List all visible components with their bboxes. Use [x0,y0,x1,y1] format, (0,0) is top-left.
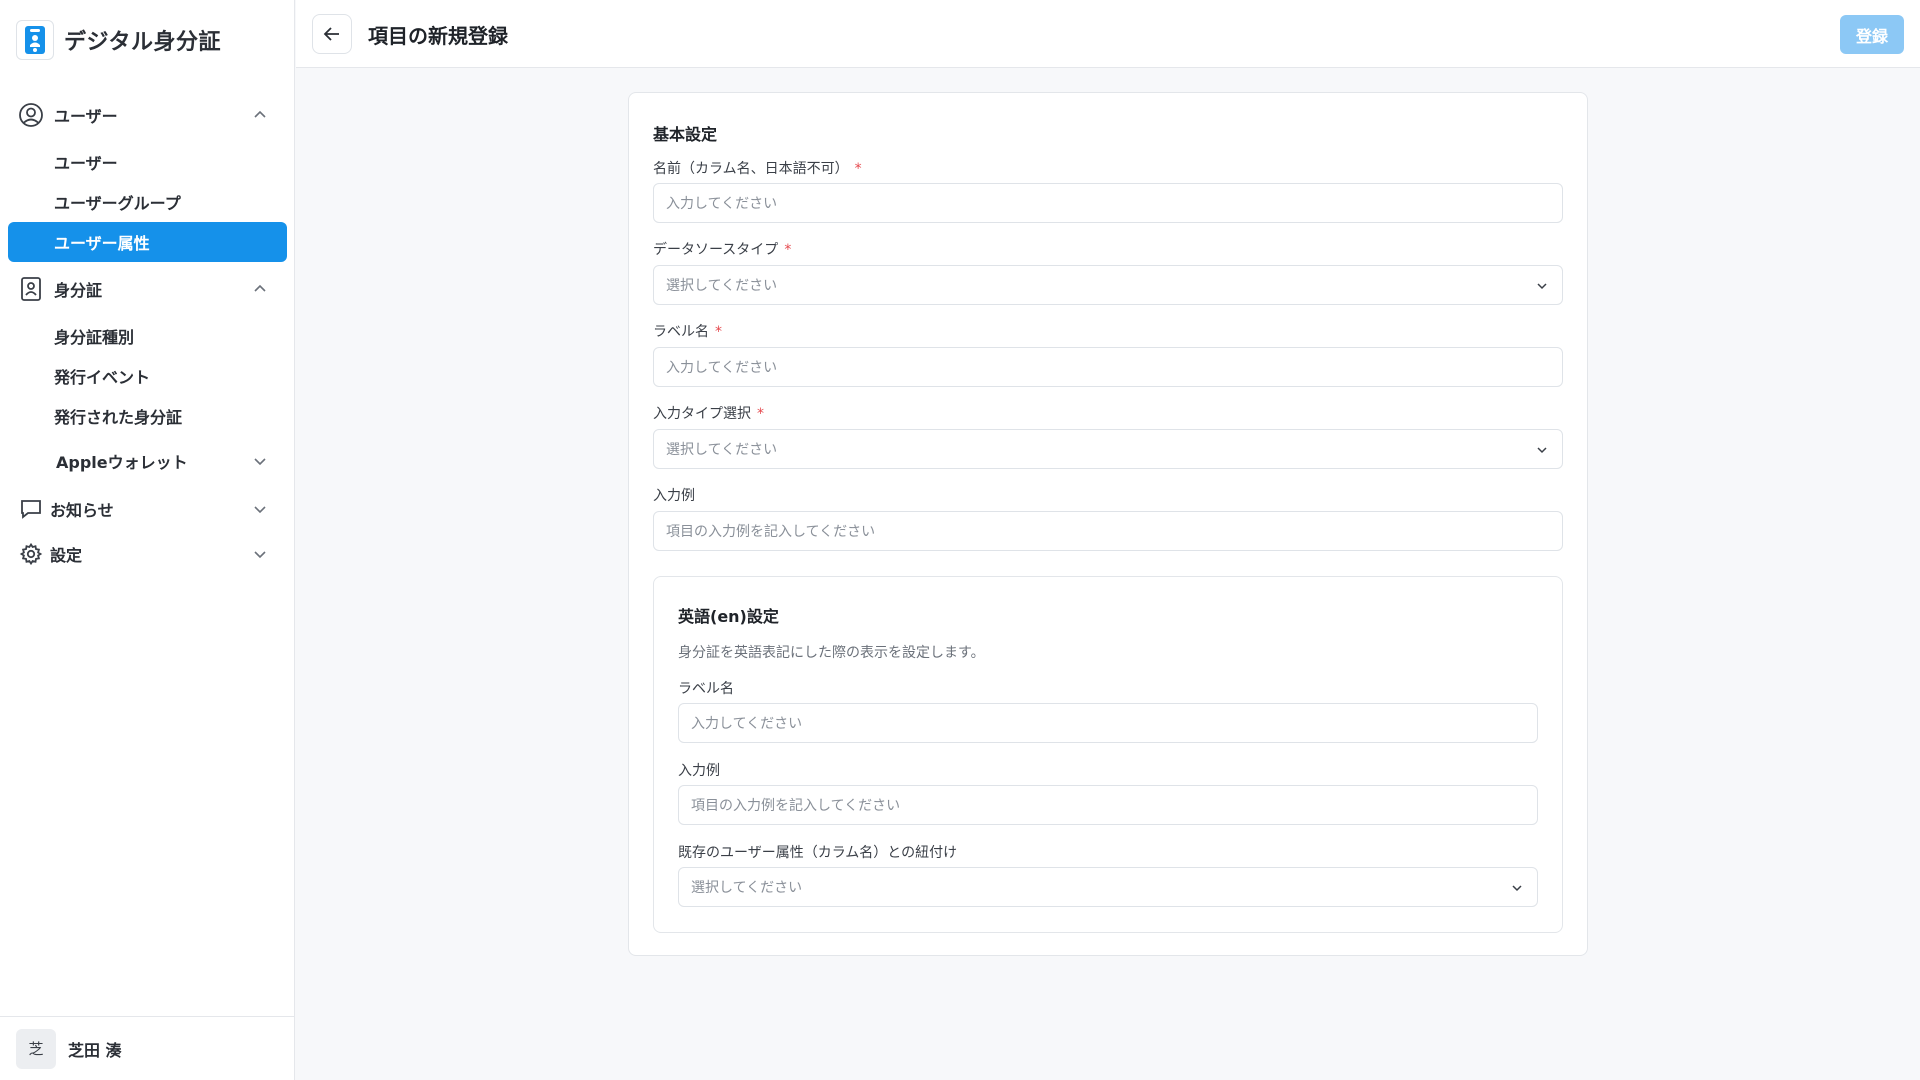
en-label-input[interactable]: 入力してください [678,703,1538,743]
sidebar-item-issued-id-cards[interactable]: 発行された身分証 [8,396,287,436]
sidebar-item-users[interactable]: ユーザー [8,142,287,182]
section-title-basic: 基本設定 [653,125,718,144]
label-input-placeholder: 入力してください [666,360,778,376]
user-circle-icon [18,102,44,128]
sidebar-group-settings[interactable]: 設定 [18,536,280,572]
sidebar-group-label: 設定 [50,546,83,565]
current-user[interactable]: 芝 芝田 湊 [0,1016,295,1080]
id-card-logo-icon [16,20,54,60]
chevron-up-icon[interactable] [250,279,270,299]
label-name-input[interactable]: 入力してください [653,347,1563,387]
sidebar-group-label: お知らせ [50,501,114,520]
id-badge-icon [18,276,44,302]
field-label-label-name: ラベル名 * [653,324,722,340]
field-label-datasource: データソースタイプ * [653,242,792,258]
chevron-up-icon[interactable] [250,105,270,125]
sidebar-group-id-cards[interactable]: 身分証 [18,271,280,307]
page-header: 項目の新規登録 登録 [296,0,1920,68]
avatar: 芝 [16,1028,56,1069]
chevron-down-icon[interactable] [250,499,270,519]
sidebar-group-label: 身分証 [54,281,103,300]
field-label-en-label: ラベル名 [678,681,734,697]
chevron-down-icon [1509,880,1525,896]
field-label-attribute-link: 既存のユーザー属性（カラム名）との紐付け [678,845,958,861]
sidebar-subgroup-label: Appleウォレット [56,453,188,472]
chevron-down-icon[interactable] [250,544,270,564]
field-label-input-type: 入力タイプ選択 * [653,406,764,422]
page-title: 項目の新規登録 [368,24,508,48]
example-input[interactable]: 項目の入力例を記入してください [653,511,1563,551]
sidebar-group-label: ユーザー [54,107,118,126]
en-example-input[interactable]: 項目の入力例を記入してください [678,785,1538,825]
brand-title: デジタル身分証 [64,30,222,55]
chevron-down-icon [1534,278,1550,294]
english-settings-section: 英語(en)設定 身分証を英語表記にした際の表示を設定します。 ラベル名 入力し… [653,576,1563,933]
user-name: 芝田 湊 [68,1040,122,1060]
sidebar-subgroup-apple-wallet[interactable]: Appleウォレット [46,443,280,479]
datasource-select-placeholder: 選択してください [666,278,778,294]
form-card: 基本設定 名前（カラム名、日本語不可） * 入力してください データソースタイプ *… [628,92,1588,956]
input-type-select-placeholder: 選択してください [666,442,778,458]
field-label-en-example: 入力例 [678,763,720,779]
name-input[interactable]: 入力してください [653,183,1563,223]
sidebar-group-users[interactable]: ユーザー [18,97,280,133]
sidebar: デジタル身分証 ユーザー ユーザー ユーザーグループ ユーザー属性 身分証 身分… [0,0,295,1080]
chevron-down-icon[interactable] [250,451,270,471]
sidebar-item-user-groups[interactable]: ユーザーグループ [8,182,287,222]
example-input-placeholder: 項目の入力例を記入してください [666,524,876,540]
en-label-placeholder: 入力してください [691,716,803,732]
chat-bubble-icon [18,496,44,522]
datasource-type-select[interactable]: 選択してください [653,265,1563,305]
input-type-select[interactable]: 選択してください [653,429,1563,469]
back-button[interactable] [312,14,352,54]
field-label-name: 名前（カラム名、日本語不可） * [653,161,862,177]
sidebar-item-issue-events[interactable]: 発行イベント [8,356,287,396]
chevron-down-icon [1534,442,1550,458]
field-label-example: 入力例 [653,488,695,504]
en-example-placeholder: 項目の入力例を記入してください [691,798,901,814]
attribute-link-placeholder: 選択してください [691,880,803,896]
register-button[interactable]: 登録 [1840,15,1904,54]
gear-icon [18,541,44,567]
english-settings-description: 身分証を英語表記にした際の表示を設定します。 [678,645,985,661]
brand[interactable]: デジタル身分証 [16,20,221,60]
sidebar-group-notices[interactable]: お知らせ [18,491,280,527]
section-title-english: 英語(en)設定 [678,607,779,626]
sidebar-item-id-card-types[interactable]: 身分証種別 [8,316,287,356]
sidebar-item-user-attributes[interactable]: ユーザー属性 [8,222,287,262]
arrow-left-icon [323,27,339,41]
attribute-link-select[interactable]: 選択してください [678,867,1538,907]
name-input-placeholder: 入力してください [666,196,778,212]
